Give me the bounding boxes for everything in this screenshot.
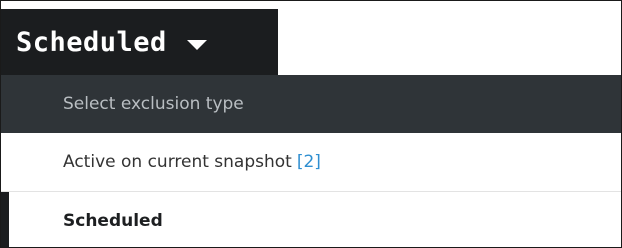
menu-item-label: Scheduled bbox=[63, 211, 163, 231]
menu-item-label: Active on current snapshot bbox=[63, 152, 292, 172]
exclusion-type-toggle[interactable]: Scheduled bbox=[1, 9, 278, 75]
menu-item-active-on-current-snapshot[interactable]: Active on current snapshot [2] bbox=[1, 133, 621, 192]
menu-item-scheduled[interactable]: Scheduled bbox=[1, 192, 621, 247]
exclusion-type-dropdown: Scheduled Select exclusion type Active o… bbox=[0, 0, 622, 248]
menu-item-count: [2] bbox=[296, 152, 321, 172]
dropdown-selected-label: Scheduled bbox=[16, 26, 167, 58]
caret-down-icon bbox=[186, 40, 207, 50]
exclusion-type-menu: Select exclusion type Active on current … bbox=[1, 75, 621, 247]
menu-header: Select exclusion type bbox=[1, 75, 621, 133]
